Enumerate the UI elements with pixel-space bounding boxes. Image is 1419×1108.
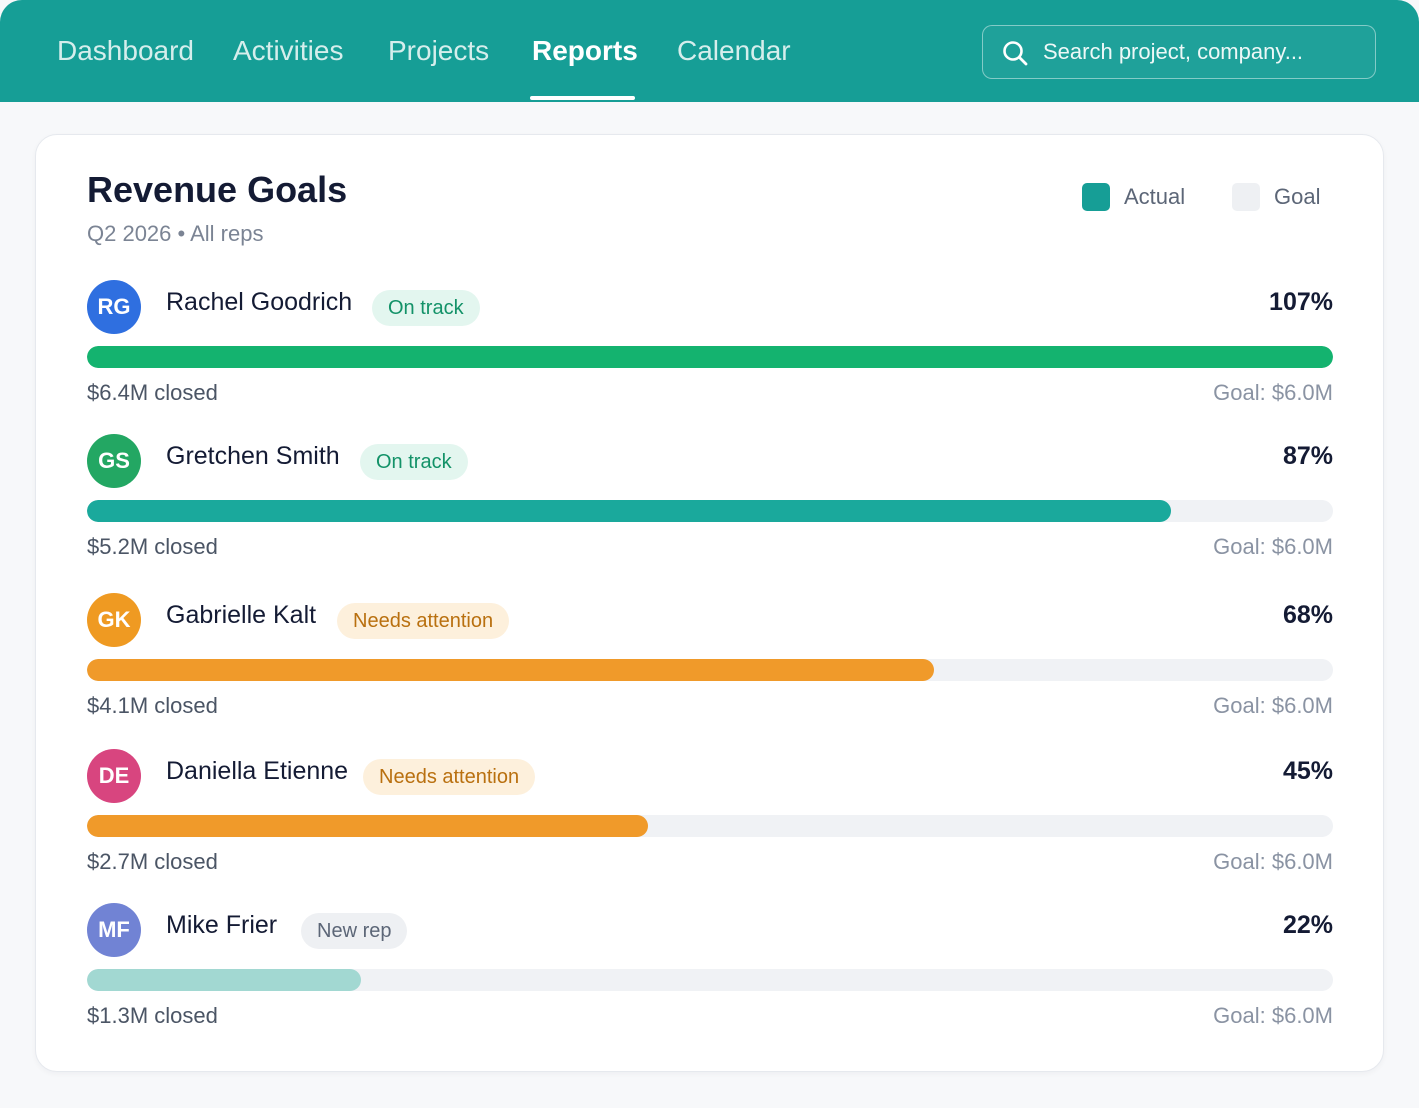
- nav-item-reports[interactable]: Reports: [532, 0, 638, 102]
- progress-track: [87, 500, 1333, 522]
- percent-of-goal: 68%: [1282, 601, 1333, 629]
- search-input[interactable]: [1043, 26, 1363, 77]
- status-badge: Needs attention: [337, 603, 510, 639]
- rep-row: GS Gretchen Smith On track 87% $5.2M clo…: [87, 434, 1333, 564]
- closed-amount: $2.7M closed: [87, 849, 218, 874]
- status-badge: On track: [360, 444, 468, 480]
- percent-of-goal: 87%: [1282, 442, 1333, 470]
- progress-fill: [87, 815, 648, 837]
- closed-amount: $5.2M closed: [87, 534, 218, 559]
- avatar: DE: [87, 749, 141, 803]
- progress-track: [87, 659, 1333, 681]
- progress-fill: [87, 500, 1172, 522]
- closed-amount: $4.1M closed: [87, 693, 218, 718]
- revenue-goals-card: Revenue Goals Q2 2026 • All reps Actual …: [35, 134, 1384, 1072]
- card-subtitle: Q2 2026 • All reps: [87, 221, 264, 246]
- top-nav-bar: Dashboard Activities Projects Reports Ca…: [0, 0, 1419, 102]
- goal-amount: Goal: $6.0M: [1213, 380, 1333, 405]
- closed-amount: $1.3M closed: [87, 1003, 218, 1028]
- legend-label-goal: Goal: [1274, 184, 1321, 209]
- avatar: MF: [87, 903, 141, 957]
- avatar: RG: [87, 280, 141, 334]
- progress-track: [87, 815, 1333, 837]
- rep-row: RG Rachel Goodrich On track 107% $6.4M c…: [87, 280, 1333, 410]
- progress-track: [87, 346, 1333, 368]
- progress-fill: [87, 659, 935, 681]
- rep-row: MF Mike Frier New rep 22% $1.3M closed G…: [87, 903, 1333, 1033]
- goal-amount: Goal: $6.0M: [1213, 849, 1333, 874]
- rep-name: Gretchen Smith: [166, 442, 340, 470]
- active-tab-indicator: [530, 96, 635, 100]
- search-icon: [1003, 41, 1028, 66]
- legend-swatch-actual: [1082, 183, 1110, 211]
- progress-fill: [87, 969, 362, 991]
- legend-label-actual: Actual: [1124, 184, 1186, 209]
- progress-track: [87, 969, 1333, 991]
- legend-swatch-goal: [1232, 183, 1260, 211]
- card-title: Revenue Goals: [87, 169, 348, 210]
- goal-amount: Goal: $6.0M: [1213, 693, 1333, 718]
- progress-fill: [87, 346, 1333, 368]
- avatar: GS: [87, 434, 141, 488]
- status-badge: On track: [372, 290, 480, 326]
- status-badge: Needs attention: [363, 759, 536, 795]
- rep-name: Gabrielle Kalt: [166, 601, 317, 629]
- goal-amount: Goal: $6.0M: [1213, 534, 1333, 559]
- goal-amount: Goal: $6.0M: [1213, 1003, 1333, 1028]
- rep-row: DE Daniella Etienne Needs attention 45% …: [87, 749, 1333, 879]
- nav-item-calendar[interactable]: Calendar: [677, 0, 791, 102]
- percent-of-goal: 22%: [1282, 911, 1333, 939]
- avatar: GK: [87, 593, 141, 647]
- status-badge: New rep: [301, 913, 408, 949]
- rep-name: Mike Frier: [166, 911, 278, 939]
- nav-item-dashboard[interactable]: Dashboard: [57, 0, 194, 102]
- closed-amount: $6.4M closed: [87, 380, 218, 405]
- rep-row: GK Gabrielle Kalt Needs attention 68% $4…: [87, 593, 1333, 723]
- rep-name: Daniella Etienne: [166, 757, 349, 785]
- nav-item-activities[interactable]: Activities: [233, 0, 343, 102]
- percent-of-goal: 45%: [1282, 757, 1333, 785]
- search-box[interactable]: [982, 25, 1376, 79]
- nav-item-projects[interactable]: Projects: [388, 0, 489, 102]
- rep-name: Rachel Goodrich: [166, 288, 353, 316]
- percent-of-goal: 107%: [1269, 288, 1333, 316]
